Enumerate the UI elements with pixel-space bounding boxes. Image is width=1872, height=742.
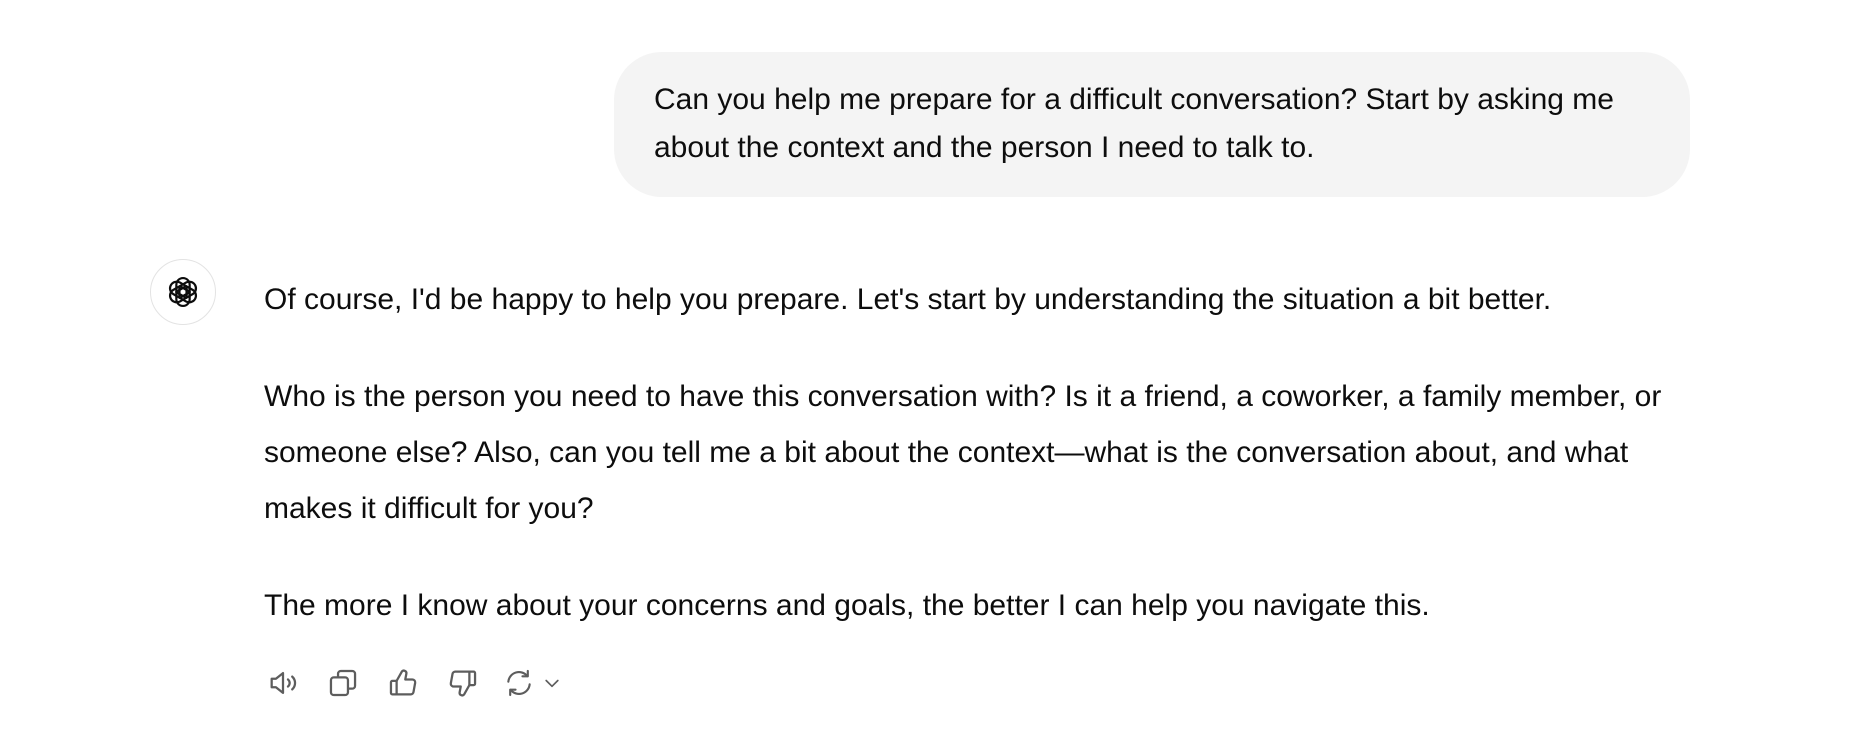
read-aloud-button[interactable] <box>264 664 302 702</box>
regenerate-button[interactable] <box>500 664 564 702</box>
chevron-down-icon <box>545 679 559 688</box>
message-action-bar <box>264 664 564 702</box>
assistant-message: Of course, I'd be happy to help you prep… <box>264 272 1704 634</box>
user-message-text: Can you help me prepare for a difficult … <box>654 83 1614 164</box>
openai-logo-icon <box>168 276 198 308</box>
thumbs-up-icon <box>389 669 417 696</box>
good-response-button[interactable] <box>384 664 422 702</box>
refresh-icon-wrap <box>500 664 538 702</box>
bad-response-button[interactable] <box>444 664 482 702</box>
copy-icon <box>329 669 357 697</box>
user-message-bubble: Can you help me prepare for a difficult … <box>614 52 1690 197</box>
assistant-avatar <box>150 259 216 325</box>
assistant-paragraph: Of course, I'd be happy to help you prep… <box>264 283 1552 316</box>
speaker-icon <box>270 671 297 695</box>
assistant-paragraph: Who is the person you need to have this … <box>264 380 1662 525</box>
copy-button[interactable] <box>324 664 362 702</box>
thumbs-down-icon <box>449 670 477 697</box>
assistant-paragraph: The more I know about your concerns and … <box>264 589 1430 622</box>
regenerate-menu-toggle[interactable] <box>540 671 564 695</box>
refresh-icon <box>507 669 531 697</box>
